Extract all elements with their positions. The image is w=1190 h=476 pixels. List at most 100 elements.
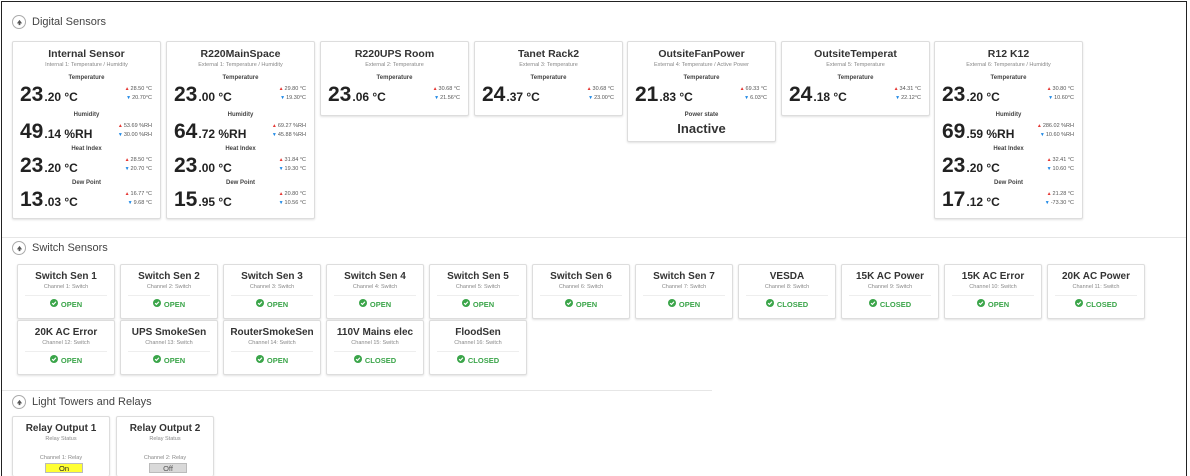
switch-card[interactable]: VESDA Channel 8: Switch CLOSED xyxy=(738,264,836,319)
metric-label: Humidity xyxy=(73,112,100,118)
sensor-card[interactable]: OutsiteFanPower External 4: Temperature /… xyxy=(627,41,776,142)
reading-fraction: .03 °C xyxy=(44,195,78,209)
collapse-lights-icon[interactable] xyxy=(12,395,26,409)
min-value: -73.30 °C xyxy=(1050,200,1074,206)
switch-card[interactable]: Switch Sen 3 Channel 3: Switch OPEN xyxy=(223,264,321,319)
sensor-name: Internal Sensor xyxy=(48,48,125,60)
check-circle-icon xyxy=(456,355,468,365)
section-header-lights[interactable]: Light Towers and Relays xyxy=(12,392,152,412)
switch-card[interactable]: Switch Sen 7 Channel 7: Switch OPEN xyxy=(635,264,733,319)
metric-reading: 49.14 %RH xyxy=(20,120,92,144)
max-row: ▲31.84 °C xyxy=(279,156,306,165)
section-header-digital[interactable]: Digital Sensors xyxy=(12,12,106,32)
switch-state-text: OPEN xyxy=(987,299,1010,309)
triangle-down-icon: ▼ xyxy=(1048,95,1054,101)
switch-channel: Channel 2: Switch xyxy=(146,284,192,290)
metric-reading: 13.03 °C xyxy=(20,188,78,212)
min-row: ▼19.30°C xyxy=(279,94,306,103)
min-value: 10.60°C xyxy=(1054,95,1074,101)
switch-card[interactable]: 20K AC Power Channel 11: Switch CLOSED xyxy=(1047,264,1145,319)
reading-fraction: .37 °C xyxy=(506,90,540,104)
triangle-up-icon: ▲ xyxy=(117,123,123,129)
relay-card[interactable]: Relay Output 2 Relay Status Channel 2: Rel… xyxy=(116,416,214,476)
max-value: 32.41 °C xyxy=(1052,157,1074,163)
collapse-switch-icon[interactable] xyxy=(12,241,26,255)
metric-minmax: ▲286.02 %RH ▼10.60 %RH xyxy=(1037,122,1074,140)
section-header-switch[interactable]: Switch Sensors xyxy=(12,238,108,258)
min-value: 10.60 %RH xyxy=(1045,132,1074,138)
collapse-digital-icon[interactable] xyxy=(12,15,26,29)
reading-integer: 64 xyxy=(174,120,198,143)
switch-card[interactable]: FloodSen Channel 16: Switch CLOSED xyxy=(429,320,527,375)
switch-card[interactable]: RouterSmokeSen Channel 14: Switch OPEN xyxy=(223,320,321,375)
check-circle-icon xyxy=(255,355,267,365)
reading-fraction: .72 %RH xyxy=(198,127,247,141)
switch-card[interactable]: Switch Sen 4 Channel 4: Switch OPEN xyxy=(326,264,424,319)
min-row: ▼19.30 °C xyxy=(279,165,306,174)
metric-reading: 23.20 °C xyxy=(942,154,1000,178)
reading-integer: 49 xyxy=(20,120,44,143)
max-row: ▲21.28 °C xyxy=(1045,190,1074,199)
max-row: ▲16.77 °C xyxy=(125,190,152,199)
card-divider xyxy=(128,351,210,352)
reading-integer: 17 xyxy=(942,188,966,211)
relay-state-badge[interactable]: Off xyxy=(149,463,187,473)
reading-fraction: .14 %RH xyxy=(44,127,93,141)
sensor-card[interactable]: Tanet Rack2 External 3: Temperature Temper… xyxy=(474,41,623,116)
min-value: 19.30°C xyxy=(286,95,306,101)
check-circle-icon xyxy=(255,299,267,309)
switch-card[interactable]: Switch Sen 1 Channel 1: Switch OPEN xyxy=(17,264,115,319)
switch-channel: Channel 9: Switch xyxy=(867,284,913,290)
sensor-card[interactable]: OutsiteTemperat External 5: Temperature Te… xyxy=(781,41,930,116)
max-value: 69.33 °C xyxy=(745,86,767,92)
reading-integer: 13 xyxy=(20,188,44,211)
min-value: 19.30 °C xyxy=(284,166,306,172)
triangle-down-icon: ▼ xyxy=(895,95,901,101)
switch-card[interactable]: 15K AC Power Channel 9: Switch CLOSED xyxy=(841,264,939,319)
reading-integer: 23 xyxy=(942,154,966,177)
relay-card[interactable]: Relay Output 1 Relay Status Channel 1: Rel… xyxy=(12,416,110,476)
triangle-down-icon: ▼ xyxy=(1039,132,1045,138)
switch-card[interactable]: Switch Sen 2 Channel 2: Switch OPEN xyxy=(120,264,218,319)
metric-label: Temperature xyxy=(222,75,259,81)
switch-card[interactable]: Switch Sen 5 Channel 5: Switch OPEN xyxy=(429,264,527,319)
switch-card[interactable]: Switch Sen 6 Channel 6: Switch OPEN xyxy=(532,264,630,319)
sensor-card[interactable]: R220UPS Room External 2: Temperature Tempe… xyxy=(320,41,469,116)
switch-card[interactable]: 15K AC Error Channel 10: Switch OPEN xyxy=(944,264,1042,319)
switch-card[interactable]: 110V Mains elec Channel 15: Switch CLOSED xyxy=(326,320,424,375)
metric-minmax: ▲30.68 °C ▼23.00°C xyxy=(587,85,614,103)
card-divider xyxy=(746,295,828,296)
sensor-card[interactable]: R220MainSpace External 1: Temperature / H… xyxy=(166,41,315,219)
metric-label: Humidity xyxy=(227,112,254,118)
switch-card[interactable]: 20K AC Error Channel 12: Switch OPEN xyxy=(17,320,115,375)
relay-state-badge[interactable]: On xyxy=(45,463,83,473)
min-row: ▼22.12°C xyxy=(894,94,921,103)
section-divider xyxy=(2,237,1186,238)
switch-card[interactable]: UPS SmokeSen Channel 13: Switch OPEN xyxy=(120,320,218,375)
triangle-up-icon: ▲ xyxy=(124,157,130,163)
switch-channel: Channel 6: Switch xyxy=(558,284,604,290)
min-row: ▼23.00°C xyxy=(587,94,614,103)
switch-state-text: OPEN xyxy=(678,299,701,309)
sensor-subtitle: External 6: Temperature / Humidity xyxy=(966,62,1051,68)
max-value: 20.80 °C xyxy=(284,191,306,197)
min-row: ▼30.00 %RH xyxy=(118,131,152,140)
metric-label: Temperature xyxy=(990,75,1027,81)
metric-reading: 21.83 °C xyxy=(635,83,693,107)
relay-subtitle: Relay Status xyxy=(45,436,77,442)
switch-state-text: OPEN xyxy=(163,299,186,309)
switch-state: CLOSED xyxy=(1048,299,1144,309)
metric-label: Dew Point xyxy=(225,180,255,186)
card-divider xyxy=(128,295,210,296)
switch-channel: Channel 1: Switch xyxy=(43,284,89,290)
max-value: 29.80 °C xyxy=(284,86,306,92)
reading-integer: 23 xyxy=(20,83,44,106)
switch-state: OPEN xyxy=(533,299,629,309)
triangle-up-icon: ▲ xyxy=(1036,123,1042,129)
switch-state: OPEN xyxy=(121,299,217,309)
sensor-card[interactable]: Internal Sensor Internal 1: Temperature /… xyxy=(12,41,161,219)
sensor-card[interactable]: R12 K12 External 6: Temperature / Humidit… xyxy=(934,41,1083,219)
switch-state-text: CLOSED xyxy=(364,355,397,365)
switch-state: OPEN xyxy=(327,299,423,309)
switch-state: OPEN xyxy=(945,299,1041,309)
